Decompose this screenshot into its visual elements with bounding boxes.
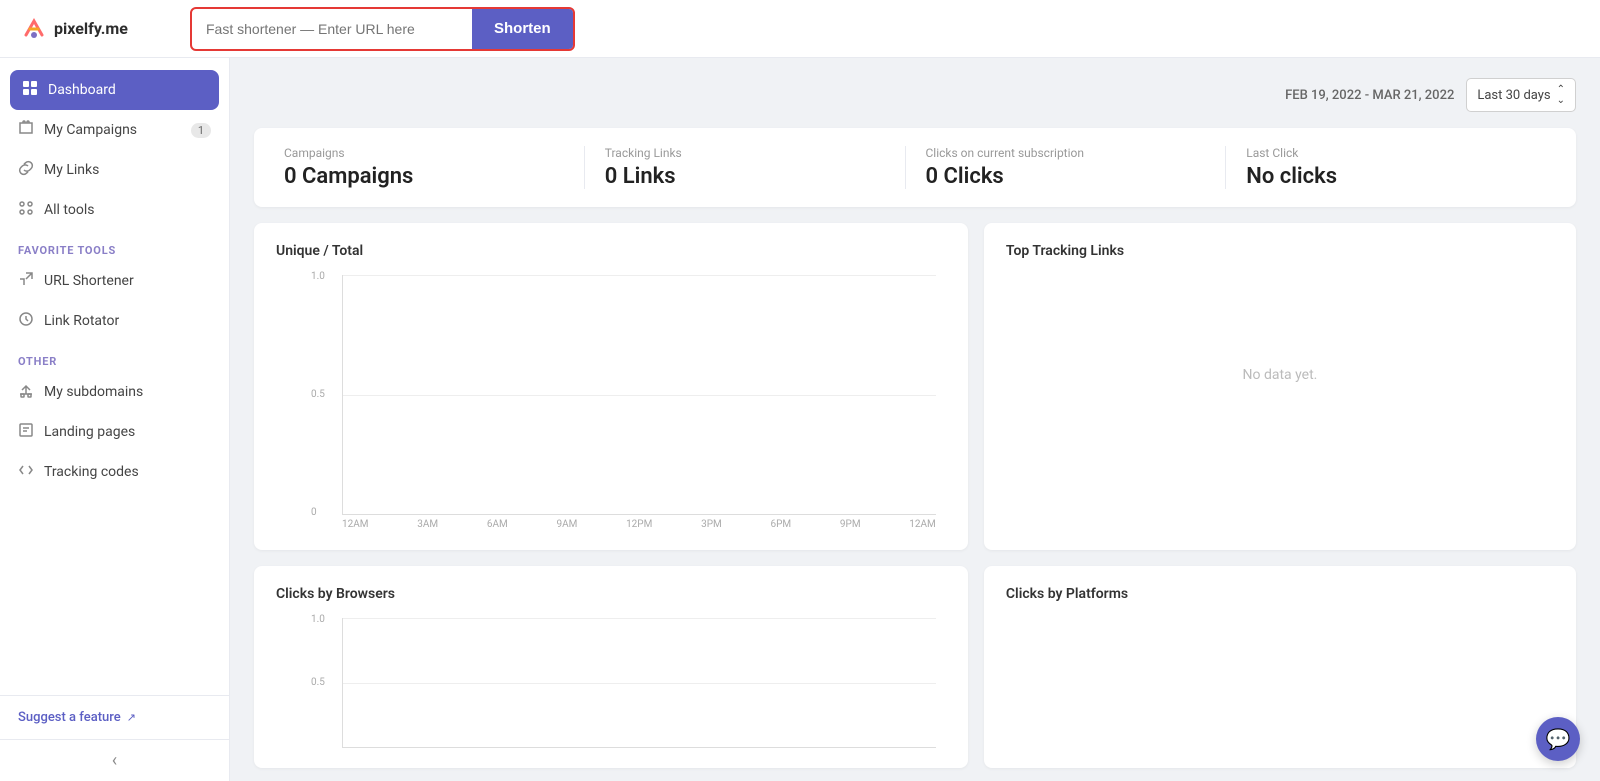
logo: pixelfy.me [20, 15, 170, 43]
stats-row: Campaigns 0 Campaigns Tracking Links 0 L… [254, 128, 1576, 207]
unique-total-chart-area: 1.0 0.5 0 [342, 275, 936, 515]
sidebar-item-dashboard[interactable]: Dashboard [10, 70, 219, 110]
unique-total-title: Unique / Total [276, 243, 946, 259]
brand-name: pixelfy.me [54, 19, 128, 38]
sidebar-item-alltools[interactable]: All tools [0, 190, 229, 230]
clicks-browsers-chart-area: 1.0 0.5 [342, 618, 936, 748]
sidebar-links-label: My Links [44, 162, 99, 178]
sidebar-alltools-label: All tools [44, 202, 94, 218]
x-label-6am: 6AM [487, 519, 508, 530]
x-label-6pm: 6PM [770, 519, 791, 530]
alltools-icon [18, 200, 34, 220]
main-content: FEB 19, 2022 - MAR 21, 2022 Last 30 days… [230, 58, 1600, 781]
stat-label-links: Tracking Links [605, 146, 885, 160]
top-tracking-title: Top Tracking Links [1006, 243, 1554, 259]
sidebar: Dashboard My Campaigns 1 My Links [0, 58, 230, 781]
shorten-button[interactable]: Shorten [472, 9, 573, 49]
stat-value-links: 0 Links [605, 164, 885, 189]
chat-icon: 💬 [1546, 727, 1571, 751]
x-label-3pm: 3PM [701, 519, 722, 530]
dashboard-icon [22, 80, 38, 100]
browsers-y-label-05: 0.5 [311, 677, 325, 688]
date-dropdown-label: Last 30 days [1477, 88, 1550, 103]
browsers-grid-line-top [343, 618, 936, 619]
clicks-browsers-title: Clicks by Browsers [276, 586, 946, 602]
sidebar-item-links[interactable]: My Links [0, 150, 229, 190]
stat-value-clicks: 0 Clicks [926, 164, 1206, 189]
sidebar-subdomains-label: My subdomains [44, 384, 143, 400]
sidebar-collapse-button[interactable]: ‹ [0, 739, 229, 781]
campaigns-icon [18, 120, 34, 140]
top-tracking-chart: Top Tracking Links No data yet. [984, 223, 1576, 550]
landing-pages-icon [18, 422, 34, 442]
clicks-browsers-chart: Clicks by Browsers 1.0 0.5 [254, 566, 968, 768]
date-filter-row: FEB 19, 2022 - MAR 21, 2022 Last 30 days… [254, 78, 1576, 112]
chevron-icon: ⌃⌄ [1557, 84, 1565, 106]
subdomains-icon [18, 382, 34, 402]
stat-value-campaigns: 0 Campaigns [284, 164, 564, 189]
clicks-platforms-title: Clicks by Platforms [1006, 586, 1554, 602]
date-dropdown[interactable]: Last 30 days ⌃⌄ [1466, 78, 1576, 112]
stat-label-campaigns: Campaigns [284, 146, 564, 160]
y-label-0: 0 [311, 507, 317, 518]
stat-card-last-click: Last Click No clicks [1226, 146, 1546, 189]
top-tracking-no-data: No data yet. [1006, 275, 1554, 475]
sidebar-item-subdomains[interactable]: My subdomains [0, 372, 229, 412]
sidebar-item-url-shortener[interactable]: URL Shortener [0, 261, 229, 301]
x-labels: 12AM 3AM 6AM 9AM 12PM 3PM 6PM 9PM 12AM [342, 519, 936, 530]
sidebar-item-landing-pages[interactable]: Landing pages [0, 412, 229, 452]
logo-icon [20, 15, 48, 43]
sidebar-item-tracking-codes[interactable]: Tracking codes [0, 452, 229, 492]
sidebar-bottom: Suggest a feature ↗ [0, 695, 229, 739]
sidebar-campaigns-label: My Campaigns [44, 122, 137, 138]
clicks-platforms-chart: Clicks by Platforms [984, 566, 1576, 768]
grid-line-mid [343, 395, 936, 396]
stat-card-campaigns: Campaigns 0 Campaigns [284, 146, 585, 189]
links-icon [18, 160, 34, 180]
x-label-3am: 3AM [417, 519, 438, 530]
sidebar-item-link-rotator[interactable]: Link Rotator [0, 301, 229, 341]
url-shortener-bar: Shorten [190, 7, 575, 51]
stat-card-links: Tracking Links 0 Links [585, 146, 906, 189]
browsers-grid-line-mid [343, 683, 936, 684]
favorite-tools-label: FAVORITE TOOLS [0, 230, 229, 261]
y-label-10: 1.0 [311, 271, 325, 282]
suggest-feature-link[interactable]: Suggest a feature ↗ [18, 710, 211, 725]
y-label-05: 0.5 [311, 389, 325, 400]
suggest-feature-label: Suggest a feature [18, 710, 121, 725]
date-range-text: FEB 19, 2022 - MAR 21, 2022 [1285, 88, 1454, 103]
collapse-icon: ‹ [112, 750, 117, 771]
charts-top-row: Unique / Total 1.0 0.5 0 12AM 3AM 6AM 9A… [254, 223, 1576, 550]
stat-label-last-click: Last Click [1246, 146, 1526, 160]
sidebar-tracking-codes-label: Tracking codes [44, 464, 139, 480]
main-layout: Dashboard My Campaigns 1 My Links [0, 58, 1600, 781]
browsers-y-label-10: 1.0 [311, 614, 325, 625]
sidebar-item-campaigns[interactable]: My Campaigns 1 [0, 110, 229, 150]
x-label-9pm: 9PM [840, 519, 861, 530]
x-label-12am: 12AM [342, 519, 369, 530]
url-shortener-icon [18, 271, 34, 291]
x-label-9am: 9AM [556, 519, 577, 530]
url-input[interactable] [192, 13, 472, 45]
stat-card-clicks: Clicks on current subscription 0 Clicks [906, 146, 1227, 189]
charts-bottom-row: Clicks by Browsers 1.0 0.5 Clicks by Pla… [254, 566, 1576, 768]
sidebar-link-rotator-label: Link Rotator [44, 313, 119, 329]
link-rotator-icon [18, 311, 34, 331]
external-link-icon: ↗ [127, 711, 136, 724]
sidebar-dashboard-label: Dashboard [48, 82, 116, 98]
sidebar-url-shortener-label: URL Shortener [44, 273, 134, 289]
sidebar-landing-pages-label: Landing pages [44, 424, 135, 440]
stat-label-clicks: Clicks on current subscription [926, 146, 1206, 160]
grid-line-top [343, 275, 936, 276]
other-label: OTHER [0, 341, 229, 372]
x-label-12pm: 12PM [626, 519, 652, 530]
x-label-12am2: 12AM [909, 519, 936, 530]
stat-value-last-click: No clicks [1246, 164, 1526, 189]
chat-bubble[interactable]: 💬 [1536, 717, 1580, 761]
unique-total-chart: Unique / Total 1.0 0.5 0 12AM 3AM 6AM 9A… [254, 223, 968, 550]
topbar: pixelfy.me Shorten [0, 0, 1600, 58]
sidebar-nav: Dashboard My Campaigns 1 My Links [0, 58, 229, 695]
campaigns-badge: 1 [191, 123, 211, 138]
tracking-codes-icon [18, 462, 34, 482]
